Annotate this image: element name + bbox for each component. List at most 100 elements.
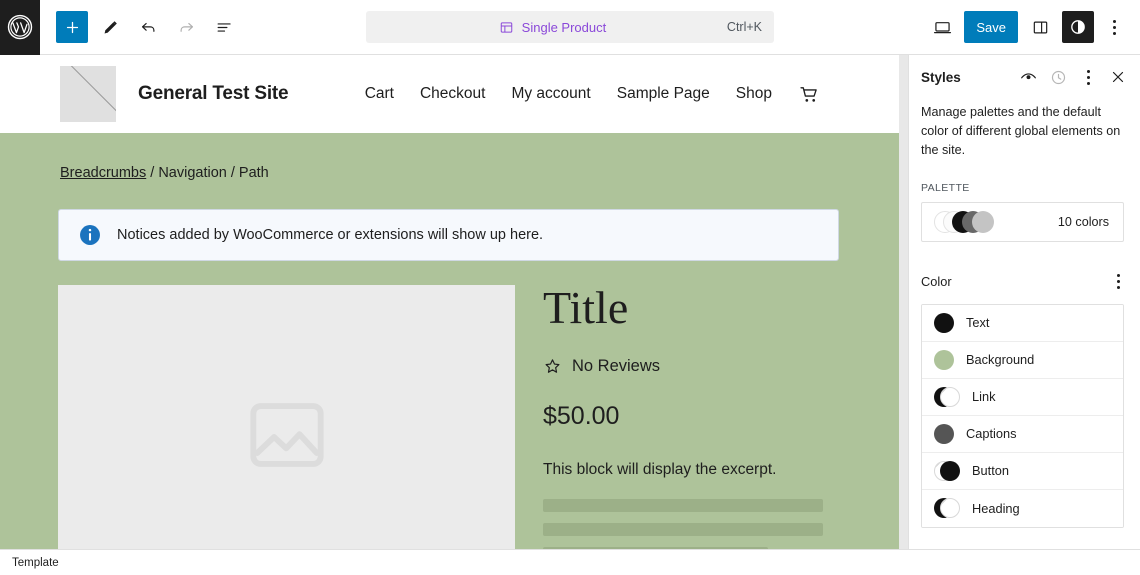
product-template-content: Breadcrumbs / Navigation / Path Notices …	[0, 133, 899, 549]
toolbar-left-group	[40, 11, 240, 43]
product-price[interactable]: $50.00	[543, 402, 899, 431]
info-circle-icon	[77, 222, 103, 248]
save-button[interactable]: Save	[964, 11, 1018, 43]
command-search-bar[interactable]: Single Product Ctrl+K	[366, 11, 774, 43]
color-item-label: Background	[966, 352, 1034, 367]
color-swatch-pair	[934, 387, 960, 407]
styles-options-button[interactable]	[1074, 63, 1102, 91]
palette-swatches	[934, 211, 996, 233]
nav-item-my-account[interactable]: My account	[511, 85, 590, 103]
command-bar-shortcut: Ctrl+K	[727, 20, 762, 34]
site-logo-placeholder-icon[interactable]	[60, 66, 116, 122]
pencil-icon	[101, 18, 120, 37]
store-notice-text: Notices added by WooCommerce or extensio…	[117, 227, 543, 243]
color-item-label: Captions	[966, 426, 1017, 441]
undo-button[interactable]	[132, 11, 164, 43]
product-excerpt[interactable]: This block will display the excerpt.	[543, 461, 899, 479]
image-placeholder-icon	[240, 388, 334, 482]
product-details: Title No Reviews $50.00 This block will …	[515, 285, 899, 549]
content-skeleton	[543, 499, 899, 549]
color-elements-list: Text Background Link Captions	[921, 304, 1124, 528]
kebab-menu-icon	[1113, 20, 1116, 23]
editor-body: General Test Site Cart Checkout My accou…	[0, 55, 1140, 549]
redo-arrow-icon	[177, 18, 196, 37]
kebab-menu-icon	[1104, 266, 1132, 298]
color-swatch-pair	[934, 498, 960, 518]
add-block-button[interactable]	[56, 11, 88, 43]
breadcrumb-rest: / Navigation / Path	[146, 165, 269, 181]
close-x-icon	[1109, 68, 1127, 86]
color-item-background[interactable]: Background	[922, 342, 1123, 379]
color-item-label: Button	[972, 463, 1009, 478]
plus-icon	[64, 19, 81, 36]
nav-item-cart[interactable]: Cart	[365, 85, 394, 103]
product-title[interactable]: Title	[543, 285, 899, 331]
color-swatch	[934, 350, 954, 370]
star-outline-icon	[543, 357, 562, 376]
skeleton-line	[543, 547, 768, 549]
template-canvas[interactable]: General Test Site Cart Checkout My accou…	[0, 55, 899, 549]
clock-revision-icon	[1049, 68, 1068, 87]
styles-panel-title: Styles	[921, 70, 961, 85]
color-item-label: Link	[972, 389, 995, 404]
site-editor: Single Product Ctrl+K Save	[0, 0, 1140, 575]
color-item-heading[interactable]: Heading	[922, 490, 1123, 527]
product-rating[interactable]: No Reviews	[543, 357, 899, 376]
product-layout: Title No Reviews $50.00 This block will …	[0, 285, 899, 549]
redo-button[interactable]	[170, 11, 202, 43]
color-item-text[interactable]: Text	[922, 305, 1123, 342]
color-options-button[interactable]	[1104, 268, 1132, 296]
product-image-block[interactable]	[58, 285, 515, 549]
site-navigation: Cart Checkout My account Sample Page Sho…	[365, 83, 899, 106]
site-header-block[interactable]: General Test Site Cart Checkout My accou…	[0, 55, 899, 133]
breadcrumb: Breadcrumbs / Navigation / Path	[0, 165, 899, 181]
list-view-icon	[215, 18, 234, 37]
close-styles-button[interactable]	[1104, 63, 1132, 91]
device-preview-button[interactable]	[926, 11, 958, 43]
styles-contrast-icon	[1068, 17, 1088, 37]
edit-mode-button[interactable]	[94, 11, 126, 43]
revisions-button[interactable]	[1044, 63, 1072, 91]
eye-icon	[1019, 68, 1038, 87]
color-item-label: Heading	[972, 501, 1020, 516]
style-book-button[interactable]	[1014, 63, 1042, 91]
wordpress-logo-icon[interactable]	[0, 0, 40, 55]
canvas-gutter	[899, 55, 908, 549]
nav-item-checkout[interactable]: Checkout	[420, 85, 485, 103]
shopping-cart-icon[interactable]	[798, 83, 821, 106]
palette-color-count: 10 colors	[1058, 215, 1109, 229]
skeleton-line	[543, 523, 823, 536]
list-view-button[interactable]	[208, 11, 240, 43]
color-swatch-pair	[934, 461, 960, 481]
styles-toggle-button[interactable]	[1062, 11, 1094, 43]
skeleton-line	[543, 499, 823, 512]
undo-arrow-icon	[139, 18, 158, 37]
settings-sidebar-button[interactable]	[1024, 11, 1056, 43]
palette-row[interactable]: 10 colors	[921, 202, 1124, 242]
color-section-label: Color	[921, 274, 952, 289]
kebab-menu-icon	[1074, 61, 1102, 93]
color-swatch	[934, 313, 954, 333]
toolbar-right-group: Save	[926, 11, 1140, 43]
color-item-link[interactable]: Link	[922, 379, 1123, 416]
nav-item-sample-page[interactable]: Sample Page	[617, 85, 710, 103]
command-bar-center: Single Product	[378, 20, 727, 35]
command-bar-label: Single Product	[522, 20, 607, 35]
footer-document-label[interactable]: Template	[12, 557, 59, 569]
nav-item-shop[interactable]: Shop	[736, 85, 772, 103]
editor-options-button[interactable]	[1100, 11, 1128, 43]
color-item-captions[interactable]: Captions	[922, 416, 1123, 453]
editor-footer: Template	[0, 549, 1140, 575]
editor-toolbar: Single Product Ctrl+K Save	[0, 0, 1140, 55]
breadcrumb-link[interactable]: Breadcrumbs	[60, 165, 146, 181]
template-layout-icon	[499, 20, 514, 35]
product-rating-label: No Reviews	[572, 357, 660, 376]
device-preview-icon	[932, 17, 953, 38]
styles-sidebar: Styles	[908, 55, 1140, 549]
palette-swatch	[972, 211, 994, 233]
palette-section-label: PALETTE	[909, 160, 1140, 202]
color-item-button[interactable]: Button	[922, 453, 1123, 490]
site-title[interactable]: General Test Site	[138, 83, 288, 105]
styles-description: Manage palettes and the default color of…	[909, 99, 1140, 160]
store-notices-block[interactable]: Notices added by WooCommerce or extensio…	[58, 209, 839, 261]
